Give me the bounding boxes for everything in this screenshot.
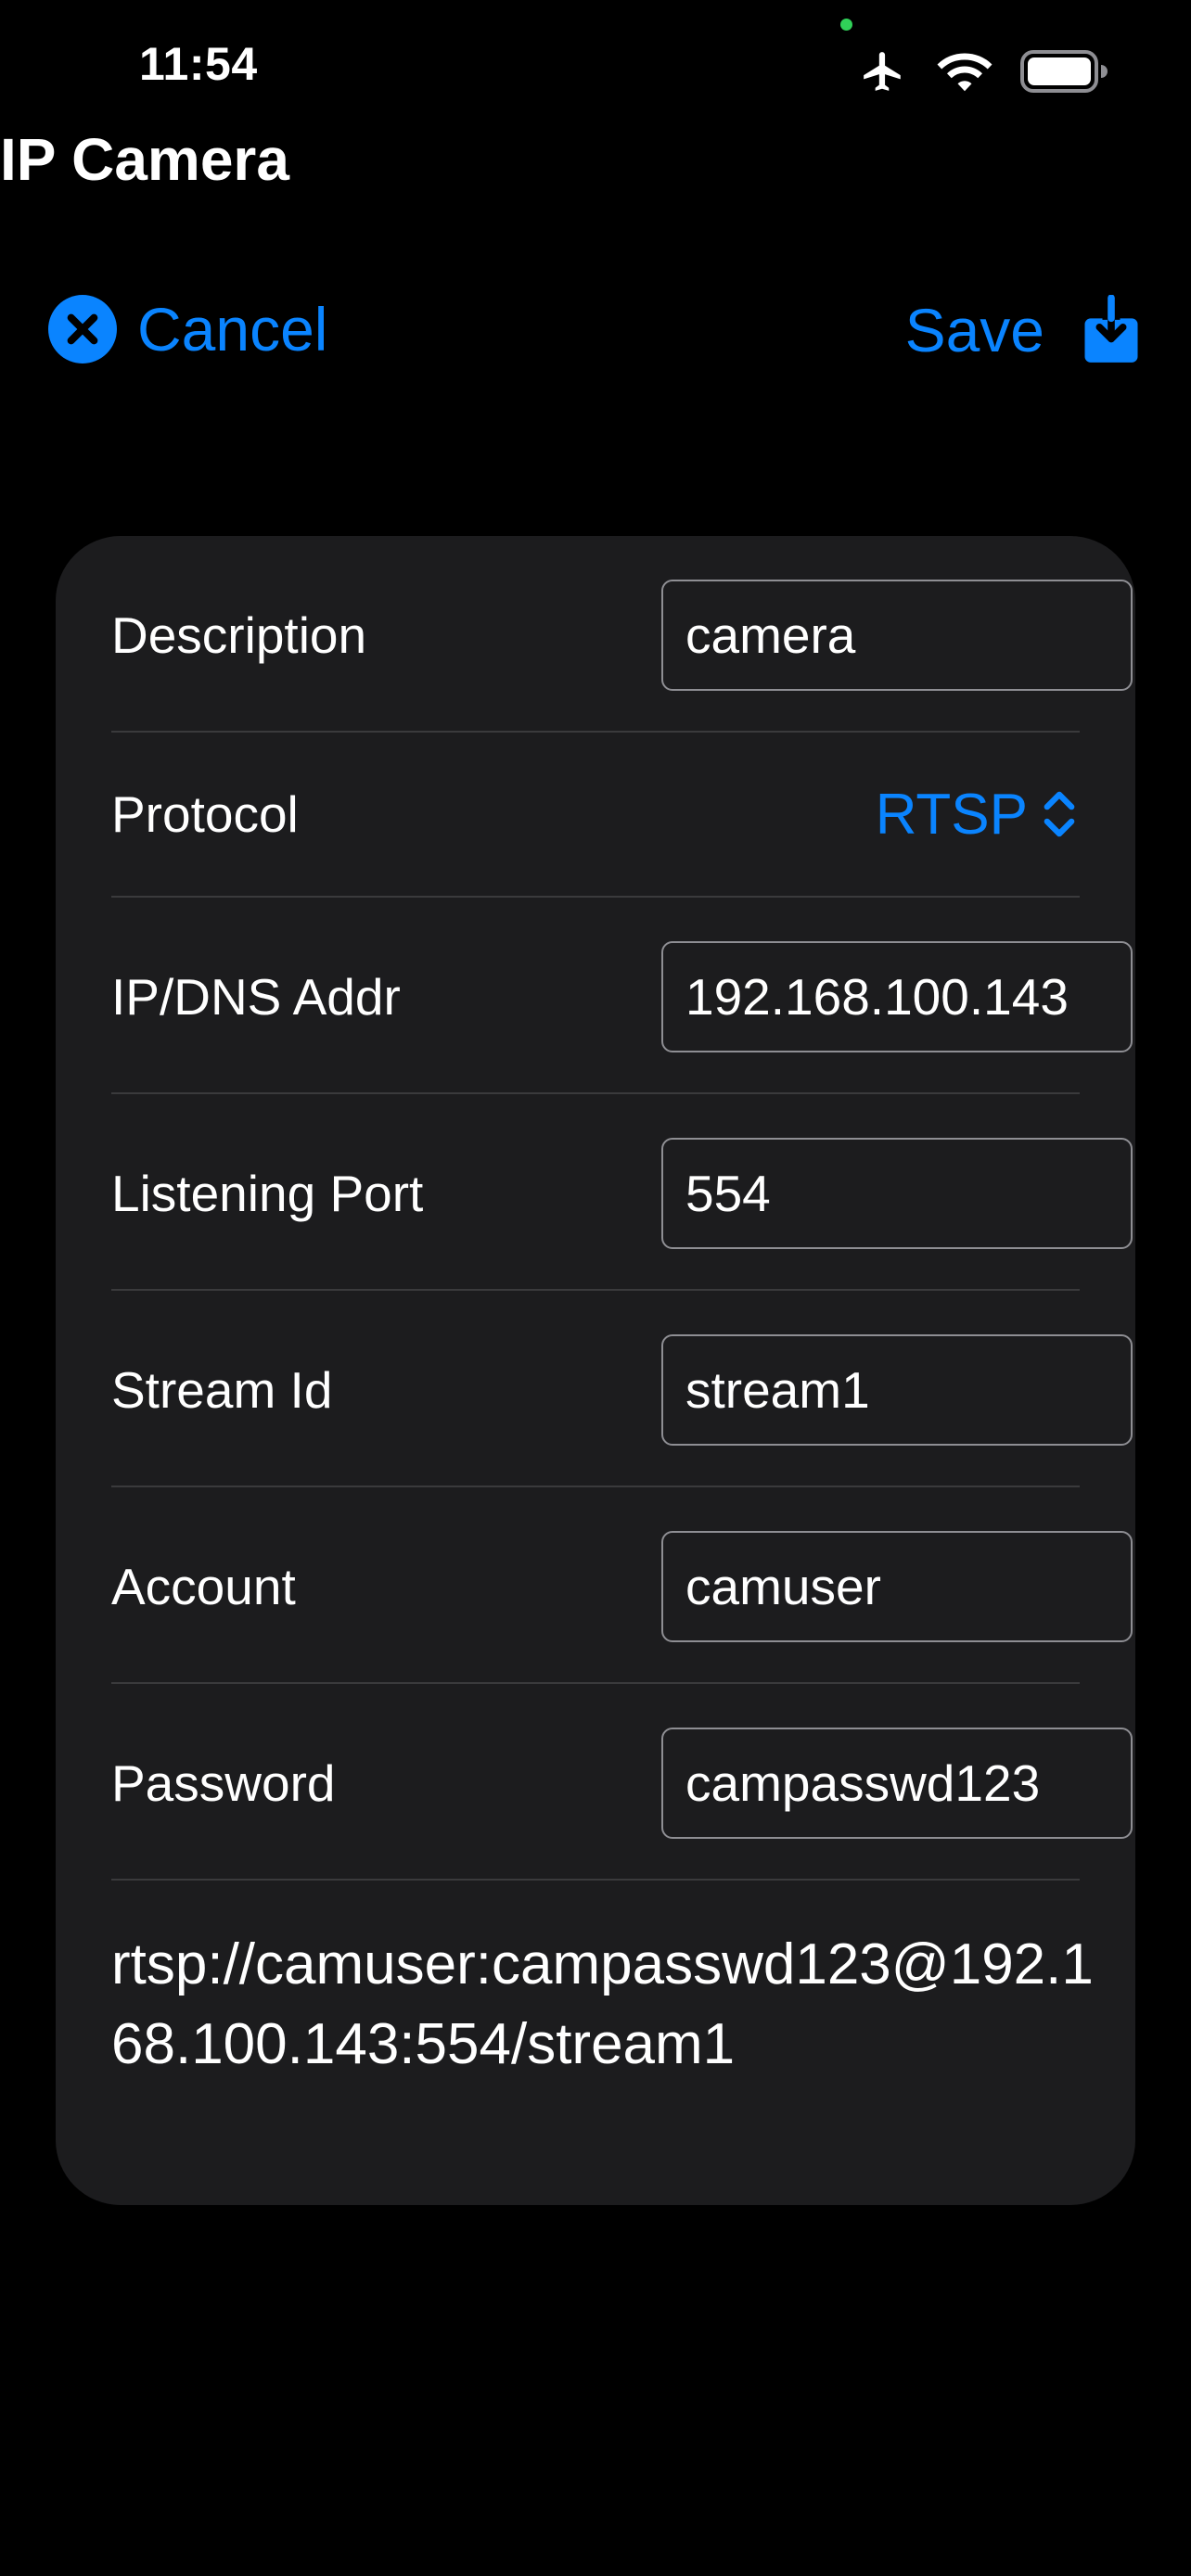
status-icons — [857, 48, 1108, 95]
account-row: Account — [111, 1528, 1135, 1645]
status-time: 11:54 — [139, 38, 258, 90]
save-label: Save — [904, 296, 1044, 364]
account-label: Account — [111, 1558, 296, 1615]
save-button[interactable]: Save — [905, 295, 1141, 365]
stream-url-preview: rtsp://camuser:campasswd123@192.168.100.… — [111, 1932, 1094, 2076]
stream-id-field[interactable] — [661, 1334, 1133, 1446]
page-title: IP Camera — [0, 126, 289, 193]
password-row: Password — [111, 1725, 1135, 1842]
description-row: Description — [111, 577, 1135, 694]
battery-icon — [1020, 50, 1108, 93]
cancel-label: Cancel — [137, 295, 328, 363]
xmark-circle-icon — [48, 295, 117, 363]
cancel-button[interactable]: Cancel — [48, 295, 327, 363]
protocol-label: Protocol — [111, 785, 299, 843]
airplane-icon — [864, 52, 901, 91]
protocol-picker[interactable]: RTSP — [876, 782, 1080, 848]
account-field[interactable] — [661, 1531, 1133, 1642]
ip-address-label: IP/DNS Addr — [111, 968, 401, 1026]
wifi-icon — [937, 53, 992, 92]
stream-id-label: Stream Id — [111, 1361, 333, 1419]
camera-settings-form: Description Protocol RTSP IP/DNS Addr Li… — [56, 536, 1135, 2205]
divider — [111, 1879, 1080, 1881]
listening-port-row: Listening Port — [111, 1135, 1135, 1252]
divider — [111, 1682, 1080, 1684]
password-label: Password — [111, 1754, 336, 1812]
protocol-value: RTSP — [875, 782, 1028, 847]
listening-port-field[interactable] — [661, 1138, 1133, 1249]
protocol-row: Protocol RTSP — [111, 733, 1135, 896]
divider — [111, 1289, 1080, 1291]
divider — [111, 1486, 1080, 1487]
description-field[interactable] — [661, 580, 1133, 691]
download-tray-icon — [1084, 295, 1138, 363]
description-label: Description — [111, 606, 367, 664]
stream-id-row: Stream Id — [111, 1332, 1135, 1448]
divider — [111, 896, 1080, 898]
ip-address-field[interactable] — [661, 941, 1133, 1052]
listening-port-label: Listening Port — [111, 1165, 424, 1222]
divider — [111, 1092, 1080, 1094]
chevron-up-down-icon — [1044, 791, 1075, 837]
password-field[interactable] — [661, 1728, 1133, 1839]
ip-address-row: IP/DNS Addr — [111, 938, 1135, 1055]
camera-in-use-indicator — [840, 19, 852, 31]
